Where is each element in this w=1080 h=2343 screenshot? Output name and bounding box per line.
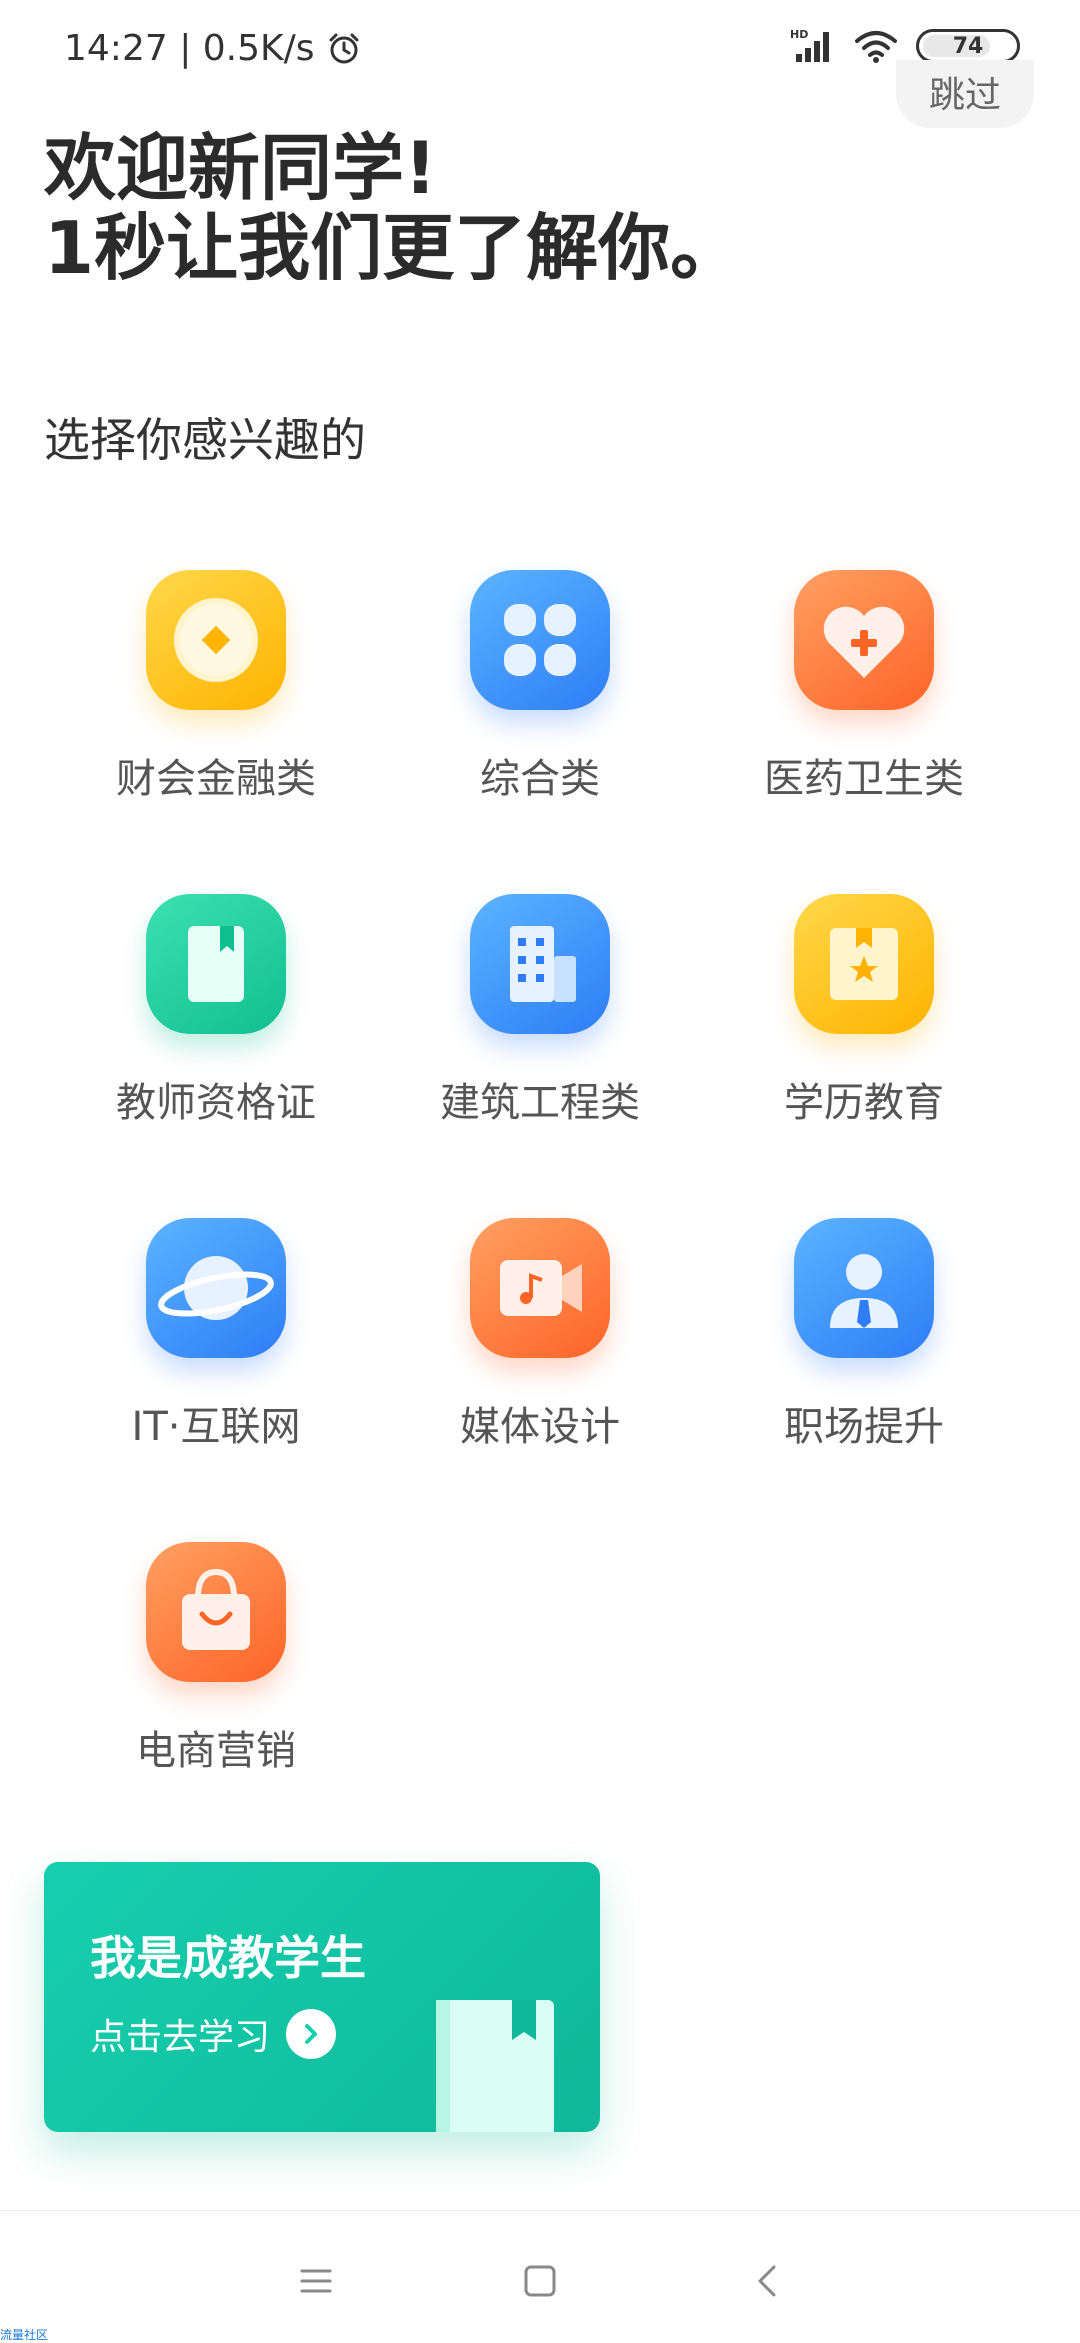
category-label: 综合类: [480, 756, 600, 802]
category-ecommerce[interactable]: 电商营销: [66, 1542, 366, 1802]
shopping-bag-icon: [146, 1542, 286, 1682]
clover-icon: [470, 570, 610, 710]
home-square-icon[interactable]: [520, 2261, 560, 2301]
back-chevron-icon[interactable]: [748, 2261, 788, 2301]
welcome-line-1: 欢迎新同学!: [44, 126, 437, 210]
category-label: 电商营销: [136, 1728, 296, 1774]
status-time-speed: 14:27 | 0.5K/s: [64, 28, 315, 69]
category-finance[interactable]: 财会金融类: [66, 570, 366, 830]
category-label: 职场提升: [784, 1404, 944, 1450]
menu-icon[interactable]: [296, 2261, 336, 2301]
status-left: 14:27 | 0.5K/s: [64, 28, 361, 69]
certificate-star-icon: [794, 894, 934, 1034]
svg-text:HD: HD: [790, 28, 808, 41]
category-label: 媒体设计: [460, 1404, 620, 1450]
category-label: IT·互联网: [131, 1404, 301, 1450]
signal-icon: HD: [790, 28, 829, 62]
battery-indicator: 74: [916, 29, 1020, 63]
building-icon: [470, 894, 610, 1034]
professional-person-icon: [794, 1218, 934, 1358]
category-label: 学历教育: [784, 1080, 944, 1126]
category-label: 医药卫生类: [764, 756, 964, 802]
video-camera-icon: [470, 1218, 610, 1358]
welcome-heading: 欢迎新同学! 1秒让我们更了解你。: [44, 128, 742, 288]
medical-heart-icon: [794, 570, 934, 710]
coin-icon: [146, 570, 286, 710]
wifi-icon: [855, 31, 897, 63]
adult-education-card[interactable]: 我是成教学生 点击去学习: [44, 1862, 600, 2132]
interest-subtitle: 选择你感兴趣的: [44, 413, 366, 467]
skip-button[interactable]: 跳过: [896, 60, 1034, 128]
planet-icon: [146, 1218, 286, 1358]
watermark-caption: 流量社区: [0, 2328, 49, 2342]
category-media[interactable]: 媒体设计: [390, 1218, 690, 1478]
promo-title: 我是成教学生: [90, 1931, 366, 1985]
category-teacher[interactable]: 教师资格证: [66, 894, 366, 1154]
category-label: 财会金融类: [116, 756, 316, 802]
category-education[interactable]: 学历教育: [714, 894, 1014, 1154]
book-decoration-icon: [436, 2000, 554, 2132]
category-it[interactable]: IT·互联网: [66, 1218, 366, 1478]
promo-link-label: 点击去学习: [90, 2017, 271, 2058]
status-right: HD 74: [790, 28, 1020, 64]
category-career[interactable]: 职场提升: [714, 1218, 1014, 1478]
welcome-line-2: 1秒让我们更了解你。: [44, 206, 743, 290]
category-medical[interactable]: 医药卫生类: [714, 570, 1014, 830]
category-label: 教师资格证: [116, 1080, 316, 1126]
alarm-clock-icon: [329, 33, 359, 63]
category-general[interactable]: 综合类: [390, 570, 690, 830]
battery-level: 74: [952, 33, 984, 59]
book-bookmark-icon: [146, 894, 286, 1034]
promo-link[interactable]: 点击去学习: [90, 2008, 337, 2060]
category-label: 建筑工程类: [440, 1080, 640, 1126]
system-nav-bar: [0, 2210, 1080, 2341]
category-construction[interactable]: 建筑工程类: [390, 894, 690, 1154]
chevron-right-icon: [286, 2009, 337, 2059]
